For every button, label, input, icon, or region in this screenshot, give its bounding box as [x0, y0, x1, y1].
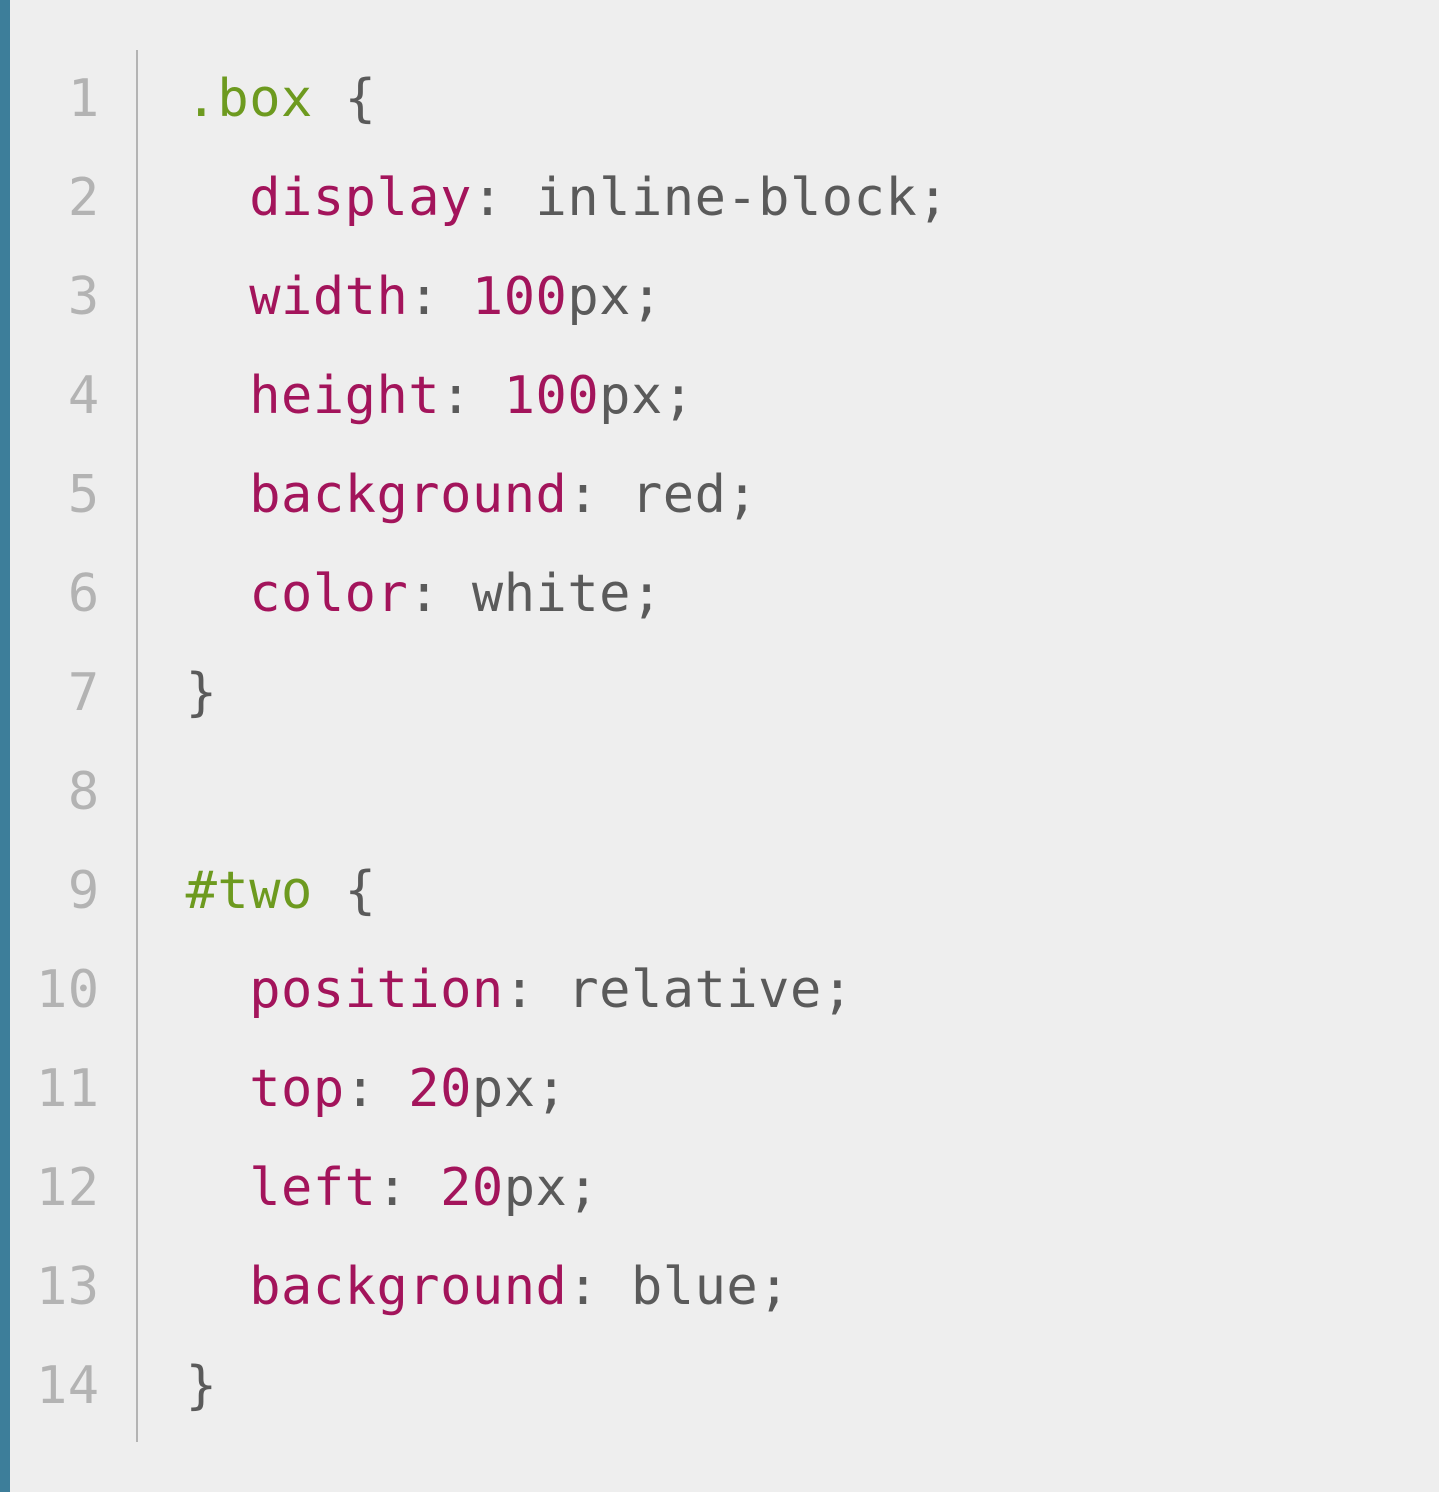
line-number-gutter: 1234567891011121314 — [10, 50, 138, 1442]
token-punct: : — [567, 1257, 599, 1317]
token-punct: : — [408, 267, 440, 327]
token-value: red — [631, 465, 726, 525]
line-number: 4 — [36, 347, 100, 446]
token-unit: px — [504, 1158, 568, 1218]
token-plain — [186, 465, 250, 525]
token-plain — [186, 1257, 250, 1317]
token-value: relative — [567, 960, 821, 1020]
line-number: 8 — [36, 743, 100, 842]
code-line: top: 20px; — [186, 1040, 1439, 1139]
line-number: 10 — [36, 941, 100, 1040]
token-number: 20 — [440, 1158, 504, 1218]
token-property: background — [249, 1257, 567, 1317]
token-unit: px — [472, 1059, 536, 1119]
token-brace: } — [186, 663, 218, 723]
token-plain — [186, 168, 250, 228]
token-property: position — [249, 960, 503, 1020]
line-number: 14 — [36, 1337, 100, 1436]
line-number: 13 — [36, 1238, 100, 1337]
token-plain — [186, 267, 250, 327]
code-line: background: blue; — [186, 1238, 1439, 1337]
token-punct: ; — [631, 267, 663, 327]
token-selector: .box — [186, 69, 313, 129]
token-number: 20 — [408, 1059, 472, 1119]
code-line: .box { — [186, 50, 1439, 149]
code-line — [186, 743, 1439, 842]
token-punct: ; — [726, 465, 758, 525]
code-line: background: red; — [186, 446, 1439, 545]
token-plain — [440, 564, 472, 624]
token-plain — [376, 1059, 408, 1119]
token-plain — [440, 267, 472, 327]
token-punct: ; — [631, 564, 663, 624]
token-plain — [599, 465, 631, 525]
token-punct: ; — [663, 366, 695, 426]
token-punct: : — [440, 366, 472, 426]
token-plain — [186, 960, 250, 1020]
token-punct: ; — [822, 960, 854, 1020]
token-punct: : — [567, 465, 599, 525]
token-property: display — [249, 168, 472, 228]
line-number: 5 — [36, 446, 100, 545]
line-number: 11 — [36, 1040, 100, 1139]
token-property: height — [249, 366, 440, 426]
token-punct: ; — [567, 1158, 599, 1218]
line-number: 2 — [36, 149, 100, 248]
token-punct: ; — [917, 168, 949, 228]
token-punct: : — [345, 1059, 377, 1119]
token-unit: px — [567, 267, 631, 327]
token-plain — [504, 168, 536, 228]
code-line: color: white; — [186, 545, 1439, 644]
line-number: 3 — [36, 248, 100, 347]
token-plain — [186, 1059, 250, 1119]
code-line: #two { — [186, 842, 1439, 941]
line-number: 7 — [36, 644, 100, 743]
token-number: 100 — [504, 366, 599, 426]
token-property: background — [249, 465, 567, 525]
code-line: } — [186, 1337, 1439, 1436]
code-content[interactable]: .box { display: inline-block; width: 100… — [138, 50, 1439, 1442]
token-punct: : — [472, 168, 504, 228]
line-number: 9 — [36, 842, 100, 941]
line-number: 12 — [36, 1139, 100, 1238]
token-punct: ; — [758, 1257, 790, 1317]
code-line: display: inline-block; — [186, 149, 1439, 248]
token-plain — [472, 366, 504, 426]
token-plain — [186, 366, 250, 426]
token-number: 100 — [472, 267, 567, 327]
line-number: 1 — [36, 50, 100, 149]
code-block: 1234567891011121314 .box { display: inli… — [0, 0, 1439, 1492]
token-plain — [408, 1158, 440, 1218]
token-plain — [186, 564, 250, 624]
code-line: height: 100px; — [186, 347, 1439, 446]
token-punct: : — [408, 564, 440, 624]
token-plain — [313, 861, 345, 921]
token-property: left — [249, 1158, 376, 1218]
token-property: top — [249, 1059, 344, 1119]
code-line: left: 20px; — [186, 1139, 1439, 1238]
token-selector: #two — [186, 861, 313, 921]
token-brace: } — [186, 1356, 218, 1416]
token-value: white — [472, 564, 631, 624]
token-brace: { — [345, 69, 377, 129]
token-plain — [313, 69, 345, 129]
token-value: inline-block — [536, 168, 918, 228]
code-line: position: relative; — [186, 941, 1439, 1040]
token-property: width — [249, 267, 408, 327]
token-property: color — [249, 564, 408, 624]
token-unit: px — [599, 366, 663, 426]
line-number: 6 — [36, 545, 100, 644]
token-punct: : — [376, 1158, 408, 1218]
token-plain — [599, 1257, 631, 1317]
token-plain — [186, 1158, 250, 1218]
token-value: blue — [631, 1257, 758, 1317]
token-punct: ; — [536, 1059, 568, 1119]
token-punct: : — [504, 960, 536, 1020]
token-brace: { — [345, 861, 377, 921]
code-line: } — [186, 644, 1439, 743]
token-plain — [536, 960, 568, 1020]
code-line: width: 100px; — [186, 248, 1439, 347]
